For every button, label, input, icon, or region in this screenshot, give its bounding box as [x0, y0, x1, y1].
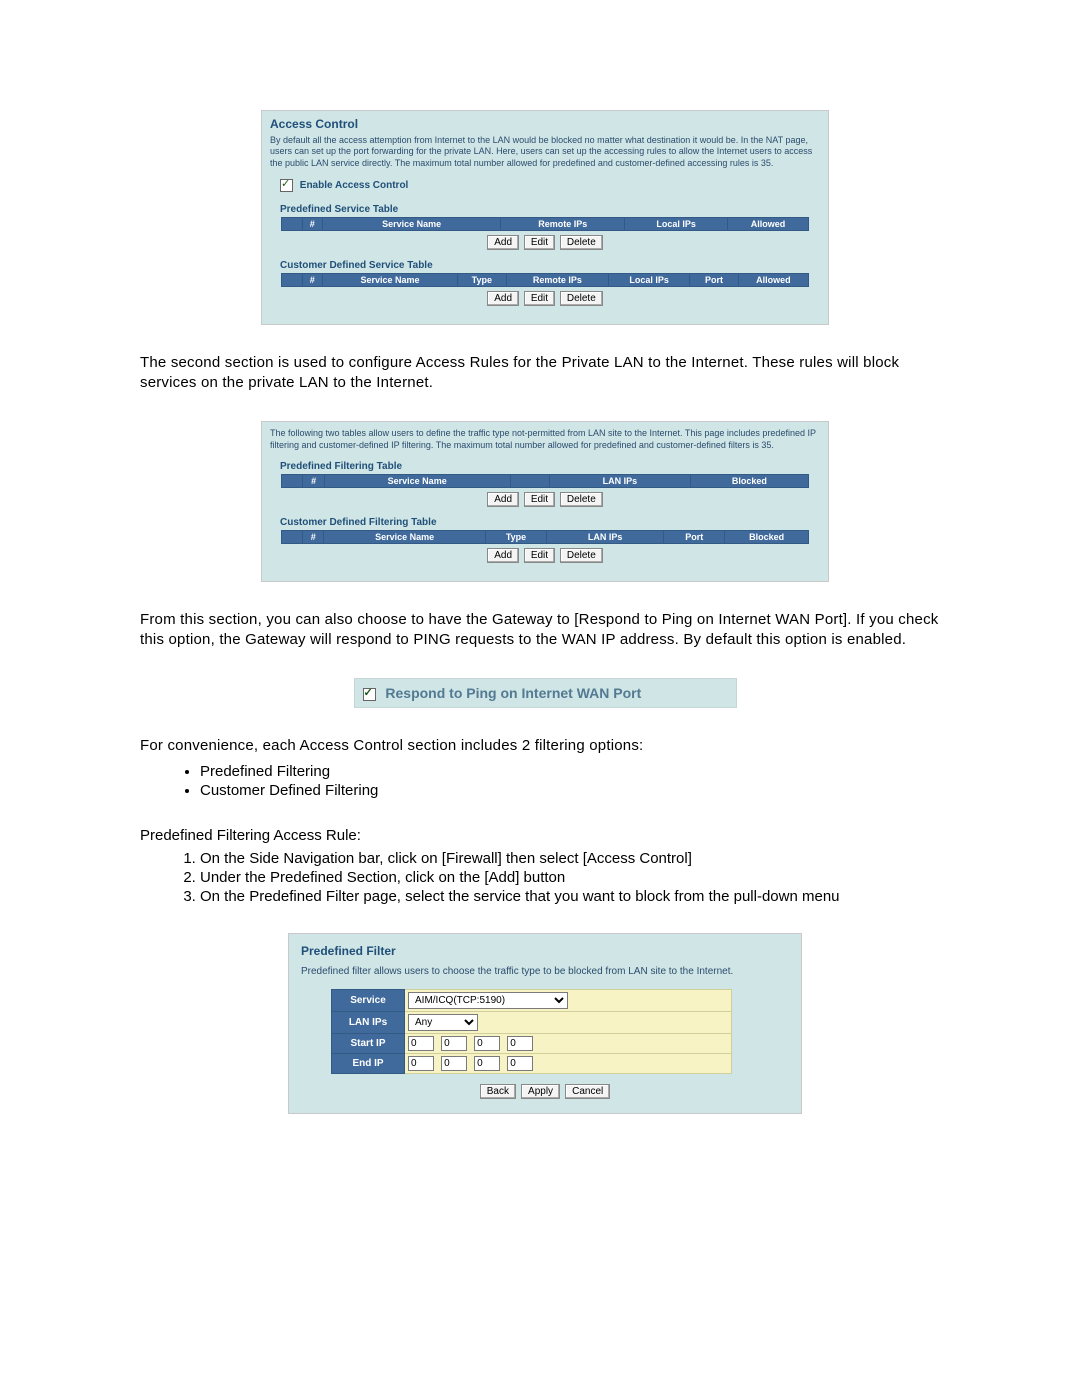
col-num: # [303, 474, 324, 487]
col-lanips: LAN IPs [547, 530, 664, 543]
customer-btn-row: Add Edit Delete [270, 291, 820, 306]
access-control-panel: Access Control By default all the access… [261, 110, 829, 325]
endip-oct3[interactable] [474, 1056, 500, 1071]
cancel-button[interactable]: Cancel [565, 1084, 610, 1099]
endip-oct2[interactable] [441, 1056, 467, 1071]
service-select[interactable]: AIM/ICQ(TCP:5190) [408, 992, 568, 1009]
list-item: Predefined Filtering [200, 763, 950, 780]
add-button[interactable]: Add [487, 548, 519, 563]
col-num: # [302, 217, 323, 230]
paragraph: From this section, you can also choose t… [140, 610, 950, 651]
endip-label: End IP [332, 1053, 405, 1073]
bullet-list: Predefined Filtering Customer Defined Fi… [140, 763, 950, 799]
edit-button[interactable]: Edit [524, 492, 555, 507]
col-remote: Remote IPs [506, 273, 609, 286]
col-blocked: Blocked [690, 474, 808, 487]
paragraph: The second section is used to configure … [140, 353, 950, 394]
filter-btn-row: Back Apply Cancel [301, 1084, 789, 1099]
predefined-filter-heading: Predefined Filtering Table [280, 461, 820, 472]
col-type: Type [458, 273, 507, 286]
enable-access-row: Enable Access Control [280, 179, 820, 192]
lanips-select[interactable]: Any [408, 1014, 478, 1031]
list-item: On the Predefined Filter page, select th… [200, 888, 950, 905]
add-button[interactable]: Add [487, 291, 519, 306]
customer-filter-heading: Customer Defined Filtering Table [280, 517, 820, 528]
step-list: On the Side Navigation bar, click on [Fi… [140, 850, 950, 905]
enable-access-label: Enable Access Control [300, 180, 409, 191]
predefined-service-heading: Predefined Service Table [280, 204, 820, 215]
predefined-filter-table: # Service Name LAN IPs Blocked [281, 474, 809, 488]
filter-title: Predefined Filter [301, 944, 789, 958]
col-remote: Remote IPs [501, 217, 625, 230]
add-button[interactable]: Add [487, 492, 519, 507]
edit-button[interactable]: Edit [524, 548, 555, 563]
list-item: Under the Predefined Section, click on t… [200, 869, 950, 886]
col-service: Service Name [323, 217, 501, 230]
col-blank [282, 530, 303, 543]
apply-button[interactable]: Apply [521, 1084, 560, 1099]
panel-title: Access Control [270, 117, 820, 131]
filter-desc: Predefined filter allows users to choose… [301, 966, 789, 977]
filtering-panel: The following two tables allow users to … [261, 421, 829, 582]
startip-oct1[interactable] [408, 1036, 434, 1051]
col-allowed: Allowed [738, 273, 808, 286]
predefined-btn-row: Add Edit Delete [270, 235, 820, 250]
delete-button[interactable]: Delete [560, 291, 603, 306]
startip-oct3[interactable] [474, 1036, 500, 1051]
enable-access-checkbox[interactable] [280, 179, 293, 192]
col-blocked: Blocked [725, 530, 809, 543]
filter-form: Service AIM/ICQ(TCP:5190) LAN IPs Any St… [331, 989, 732, 1074]
edit-button[interactable]: Edit [524, 291, 555, 306]
rule-heading: Predefined Filtering Access Rule: [140, 827, 950, 844]
panel-desc: The following two tables allow users to … [270, 428, 820, 451]
col-allowed: Allowed [727, 217, 808, 230]
panel-desc: By default all the access attemption fro… [270, 135, 820, 169]
custfilter-btn-row: Add Edit Delete [270, 548, 820, 563]
col-port: Port [664, 530, 725, 543]
col-local: Local IPs [609, 273, 690, 286]
customer-filter-table: # Service Name Type LAN IPs Port Blocked [281, 530, 809, 544]
customer-service-heading: Customer Defined Service Table [280, 260, 820, 271]
col-blank [282, 273, 303, 286]
prefilter-btn-row: Add Edit Delete [270, 492, 820, 507]
add-button[interactable]: Add [487, 235, 519, 250]
customer-service-table: # Service Name Type Remote IPs Local IPs… [281, 273, 809, 287]
col-blank [282, 217, 303, 230]
col-lanips: LAN IPs [549, 474, 690, 487]
col-num: # [303, 530, 324, 543]
back-button[interactable]: Back [480, 1084, 516, 1099]
delete-button[interactable]: Delete [560, 492, 603, 507]
paragraph: For convenience, each Access Control sec… [140, 736, 950, 756]
predefined-service-table: # Service Name Remote IPs Local IPs Allo… [281, 217, 809, 231]
col-port: Port [690, 273, 739, 286]
delete-button[interactable]: Delete [560, 235, 603, 250]
endip-oct4[interactable] [507, 1056, 533, 1071]
startip-oct4[interactable] [507, 1036, 533, 1051]
col-blank2 [510, 474, 549, 487]
respond-ping-label: Respond to Ping on Internet WAN Port [385, 685, 641, 701]
col-service: Service Name [324, 530, 486, 543]
endip-oct1[interactable] [408, 1056, 434, 1071]
col-blank [282, 474, 303, 487]
startip-label: Start IP [332, 1033, 405, 1053]
respond-ping-box: Respond to Ping on Internet WAN Port [354, 678, 737, 708]
col-service: Service Name [324, 474, 510, 487]
list-item: Customer Defined Filtering [200, 782, 950, 799]
col-service: Service Name [323, 273, 458, 286]
lanips-label: LAN IPs [332, 1011, 405, 1033]
respond-ping-checkbox[interactable] [363, 688, 376, 701]
list-item: On the Side Navigation bar, click on [Fi… [200, 850, 950, 867]
col-type: Type [485, 530, 546, 543]
edit-button[interactable]: Edit [524, 235, 555, 250]
service-label: Service [332, 989, 405, 1011]
startip-oct2[interactable] [441, 1036, 467, 1051]
predefined-filter-panel: Predefined Filter Predefined filter allo… [288, 933, 802, 1114]
col-num: # [302, 273, 323, 286]
delete-button[interactable]: Delete [560, 548, 603, 563]
col-local: Local IPs [625, 217, 728, 230]
